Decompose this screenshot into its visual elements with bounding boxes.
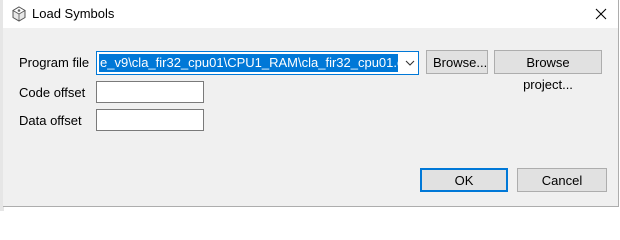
- cancel-button[interactable]: Cancel: [517, 168, 607, 192]
- data-offset-label: Data offset: [19, 113, 82, 128]
- data-offset-input[interactable]: [96, 109, 204, 131]
- code-offset-label: Code offset: [19, 85, 86, 100]
- program-file-value[interactable]: e_v9\cla_fir32_cpu01\CPU1_RAM\cla_fir32_…: [99, 54, 398, 72]
- close-icon: [595, 8, 607, 20]
- gear-cube-icon: [12, 6, 26, 22]
- load-symbols-dialog: Load Symbols Program file e_v9\cla_fir32…: [3, 0, 619, 207]
- ok-button[interactable]: OK: [420, 168, 508, 192]
- browse-button[interactable]: Browse...: [426, 50, 488, 74]
- chevron-down-icon[interactable]: [404, 57, 416, 69]
- close-button[interactable]: [584, 0, 618, 28]
- title-bar: Load Symbols: [3, 0, 618, 28]
- browse-project-button[interactable]: Browse project...: [494, 50, 602, 92]
- program-file-combobox[interactable]: e_v9\cla_fir32_cpu01\CPU1_RAM\cla_fir32_…: [96, 51, 419, 75]
- code-offset-input[interactable]: [96, 81, 204, 103]
- program-file-label: Program file: [19, 55, 90, 70]
- dialog-title: Load Symbols: [32, 6, 115, 21]
